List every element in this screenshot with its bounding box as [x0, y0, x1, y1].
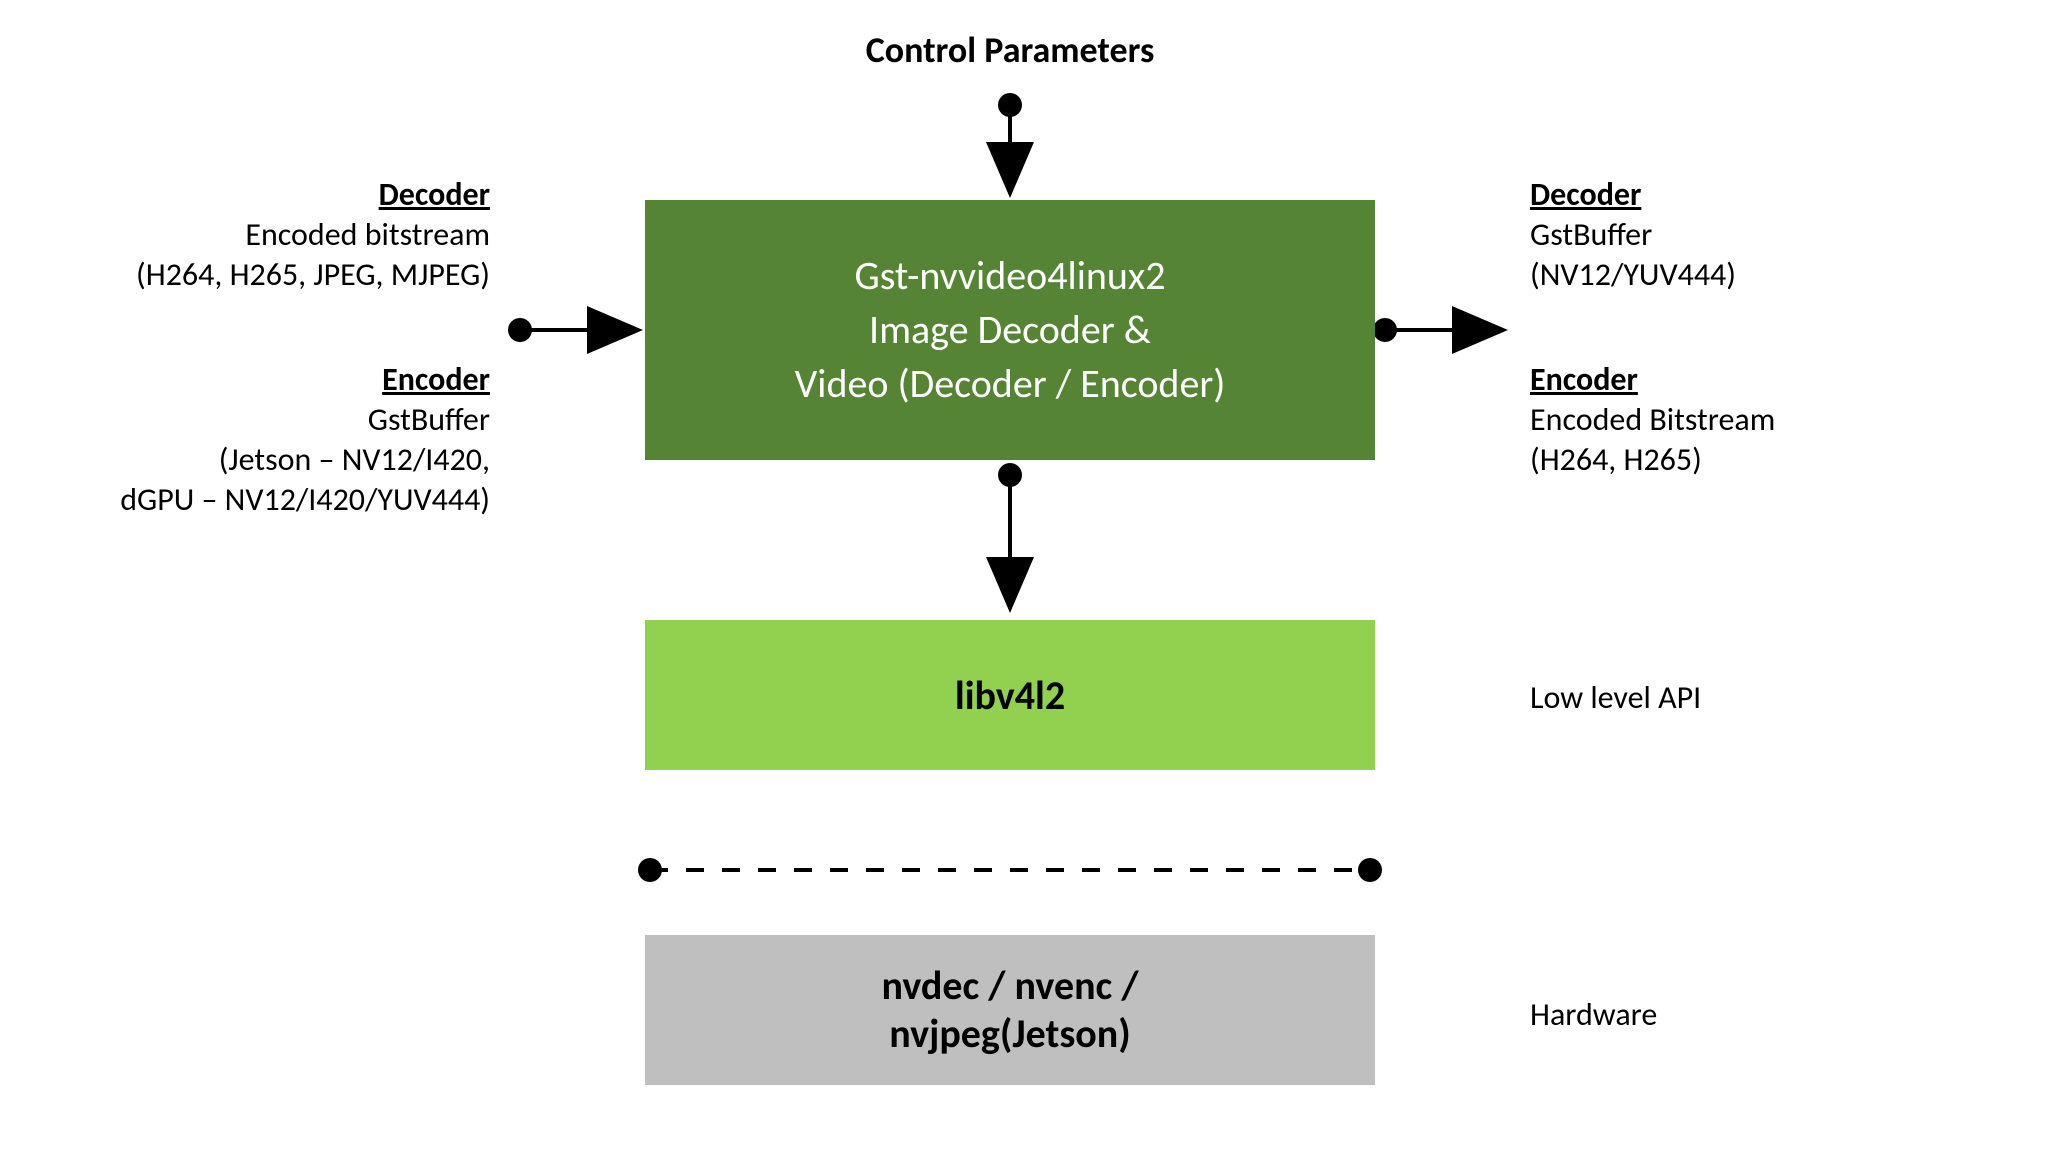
left-decoder-head: Decoder — [379, 175, 490, 214]
hardware-label: Hardware — [1530, 995, 1657, 1034]
left-decoder-line2: (H264, H265, JPEG, MJPEG) — [40, 255, 490, 295]
left-encoder-block: Encoder GstBuffer (Jetson – NV12/I420, d… — [40, 360, 490, 520]
main-box: Gst-nvvideo4linux2 Image Decoder & Video… — [645, 200, 1375, 460]
right-encoder-line2: (H264, H265) — [1530, 440, 1950, 480]
main-box-line3: Video (Decoder / Encoder) — [645, 357, 1375, 411]
diagram-canvas: Control Parameters Decoder Encoded bitst… — [0, 0, 2066, 1160]
right-decoder-line2: (NV12/YUV444) — [1530, 255, 1950, 295]
left-decoder-line1: Encoded bitstream — [40, 215, 490, 255]
right-decoder-block: Decoder GstBuffer (NV12/YUV444) — [1530, 175, 1950, 295]
main-box-line1: Gst-nvvideo4linux2 — [645, 249, 1375, 303]
main-box-line2: Image Decoder & — [645, 303, 1375, 357]
left-encoder-head: Encoder — [382, 360, 490, 399]
low-level-api-label: Low level API — [1530, 678, 1701, 717]
right-decoder-head: Decoder — [1530, 175, 1641, 214]
control-parameters-label: Control Parameters — [760, 28, 1260, 72]
right-encoder-head: Encoder — [1530, 360, 1638, 399]
right-encoder-line1: Encoded Bitstream — [1530, 400, 1950, 440]
hardware-box-line1: nvdec / nvenc / — [881, 962, 1138, 1010]
left-encoder-line1: GstBuffer — [40, 400, 490, 440]
lib-box-label: libv4l2 — [955, 671, 1065, 720]
left-encoder-line2: (Jetson – NV12/I420, — [40, 440, 490, 480]
lib-box: libv4l2 — [645, 620, 1375, 770]
hardware-box: nvdec / nvenc / nvjpeg(Jetson) — [645, 935, 1375, 1085]
hardware-box-line2: nvjpeg(Jetson) — [889, 1010, 1130, 1058]
right-encoder-block: Encoder Encoded Bitstream (H264, H265) — [1530, 360, 1950, 480]
left-decoder-block: Decoder Encoded bitstream (H264, H265, J… — [40, 175, 490, 295]
right-decoder-line1: GstBuffer — [1530, 215, 1950, 255]
left-encoder-line3: dGPU – NV12/I420/YUV444) — [40, 480, 490, 520]
